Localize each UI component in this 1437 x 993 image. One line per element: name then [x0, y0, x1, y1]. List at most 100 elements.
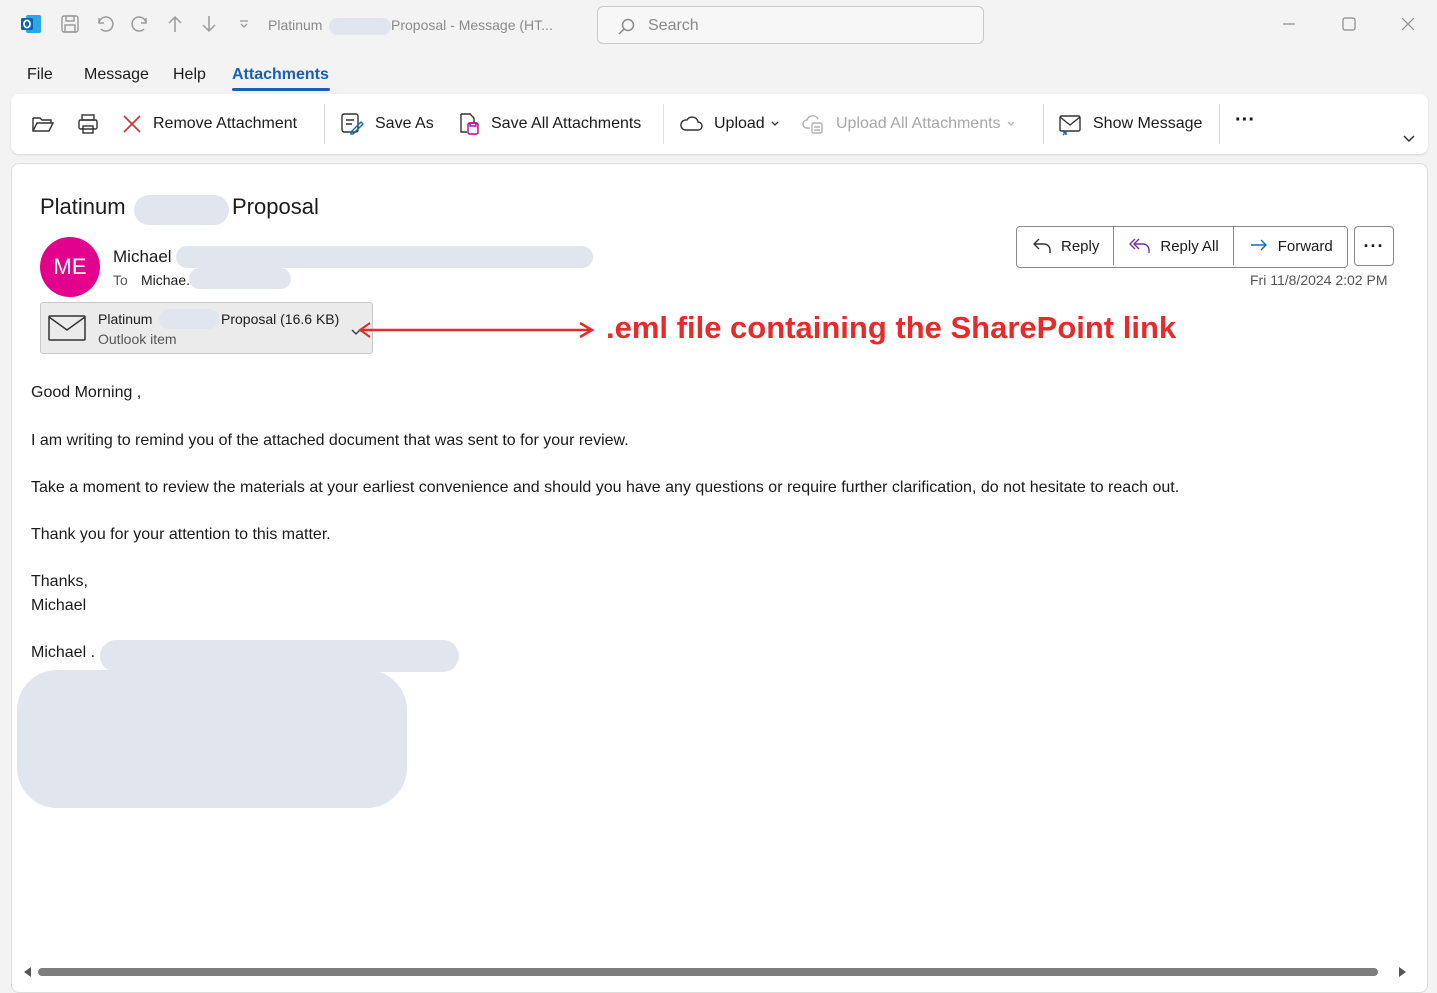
scroll-right-icon[interactable] — [1399, 967, 1406, 977]
subject-prefix: Platinum — [40, 194, 126, 219]
window-title-prefix: Platinum — [268, 17, 323, 33]
sender-name[interactable]: Michael — [113, 247, 172, 267]
customize-toolbar-icon[interactable] — [232, 12, 256, 36]
tab-file[interactable]: File — [27, 66, 53, 84]
maximize-button[interactable] — [1337, 12, 1361, 36]
redacted-block — [329, 18, 391, 35]
chevron-down-icon — [771, 121, 779, 126]
message-date: Fri 11/8/2024 2:02 PM — [1250, 272, 1388, 288]
body-paragraph-3: Thank you for your attention to this mat… — [31, 526, 331, 543]
ribbon-expand-button[interactable] — [1401, 108, 1427, 168]
undo-icon[interactable] — [93, 12, 117, 36]
ribbon-separator — [663, 104, 664, 144]
redacted-block — [159, 309, 219, 329]
save-all-icon — [460, 113, 479, 135]
avatar-initials: ME — [53, 254, 87, 279]
redacted-block — [176, 246, 593, 268]
redacted-block — [134, 195, 229, 225]
remove-x-icon — [123, 115, 141, 133]
save-as-icon — [341, 113, 364, 135]
reply-icon — [1033, 238, 1051, 253]
search-box[interactable]: Search — [597, 6, 984, 44]
signature-name: Michael . — [31, 644, 96, 661]
outlook-logo-icon — [19, 12, 43, 36]
message-more-button[interactable]: ··· — [1354, 226, 1394, 266]
save-as-label: Save As — [375, 115, 434, 132]
message-pane: Platinum Proposal ME Michael To Michae. … — [11, 163, 1428, 993]
forward-button[interactable]: Forward — [1232, 227, 1347, 265]
tab-attachments[interactable]: Attachments — [232, 66, 329, 84]
cloud-icon — [680, 116, 703, 131]
title-bar: Platinum Proposal - Message (HT... Searc… — [0, 0, 1437, 52]
attachment-card[interactable]: Platinum Proposal (16.6 KB) Outlook item — [40, 302, 373, 354]
redo-icon[interactable] — [128, 12, 152, 36]
scroll-left-icon[interactable] — [24, 967, 31, 977]
chevron-down-icon — [1007, 121, 1015, 126]
message-subject: Platinum — [40, 194, 126, 220]
search-placeholder: Search — [648, 17, 699, 34]
reply-all-label: Reply All — [1160, 237, 1219, 255]
reply-button[interactable]: Reply — [1017, 227, 1114, 265]
upload-label: Upload — [714, 115, 765, 132]
annotation-label: .eml file containing the SharePoint link — [606, 310, 1177, 345]
redacted-block — [100, 640, 459, 672]
subject-suffix: Proposal — [232, 194, 319, 219]
remove-attachment-button[interactable]: Remove Attachment — [121, 94, 297, 154]
body-paragraph-2: Take a moment to review the materials at… — [31, 479, 1180, 496]
print-button[interactable] — [76, 94, 110, 154]
upload-all-attachments-button[interactable]: Upload All Attachments — [800, 94, 1016, 154]
open-button[interactable] — [31, 94, 65, 154]
envelope-icon — [48, 315, 86, 341]
save-icon[interactable] — [58, 12, 82, 36]
save-as-button[interactable]: Save As — [339, 94, 434, 154]
printer-icon — [78, 114, 98, 134]
envelope-icon — [1059, 115, 1081, 136]
to-label: To — [113, 272, 128, 288]
search-icon — [618, 18, 635, 35]
ribbon: Remove Attachment Save As Save All Attac… — [11, 94, 1428, 154]
redacted-signature-block — [17, 670, 407, 808]
close-button[interactable] — [1396, 12, 1420, 36]
ribbon-separator — [1219, 104, 1220, 144]
reply-all-icon — [1129, 238, 1151, 253]
folder-open-icon — [32, 117, 55, 132]
ribbon-separator — [1043, 104, 1044, 144]
show-message-button[interactable]: Show Message — [1057, 94, 1202, 154]
tab-message[interactable]: Message — [84, 66, 149, 84]
attachment-name-prefix: Platinum — [98, 311, 153, 327]
more-options-icon: ··· — [1363, 235, 1385, 256]
active-tab-indicator — [232, 88, 330, 91]
avatar[interactable]: ME — [40, 237, 100, 297]
body-paragraph-1: I am writing to remind you of the attach… — [31, 432, 629, 449]
redacted-block — [189, 268, 291, 289]
ribbon-more-button[interactable]: ··· — [1235, 90, 1255, 150]
save-all-attachments-button[interactable]: Save All Attachments — [455, 94, 641, 154]
body-greeting: Good Morning , — [31, 384, 142, 401]
more-options-icon: ··· — [1235, 108, 1255, 131]
cloud-upload-all-icon — [802, 115, 823, 134]
save-all-attachments-label: Save All Attachments — [491, 115, 642, 132]
forward-label: Forward — [1277, 237, 1333, 255]
annotation-arrow-icon — [358, 321, 595, 339]
next-item-icon[interactable] — [197, 12, 221, 36]
ribbon-separator — [324, 104, 325, 144]
upload-button[interactable]: Upload — [678, 94, 780, 154]
body-signoff-name: Michael — [31, 597, 87, 614]
recipient-name[interactable]: Michae. — [141, 272, 190, 288]
previous-item-icon[interactable] — [163, 12, 187, 36]
reply-label: Reply — [1061, 237, 1100, 255]
window-title-suffix: Proposal - Message (HT... — [391, 17, 553, 33]
reply-all-button[interactable]: Reply All — [1113, 227, 1233, 265]
tab-help[interactable]: Help — [173, 66, 206, 84]
horizontal-scrollbar[interactable] — [20, 964, 1410, 980]
attachment-name: Platinum — [98, 311, 152, 327]
upload-all-attachments-label: Upload All Attachments — [836, 115, 1001, 132]
attachment-name-suffix: Proposal (16.6 KB) — [221, 311, 340, 327]
scrollbar-thumb[interactable] — [38, 968, 1378, 976]
chevron-down-icon — [1403, 135, 1415, 143]
body-closing: Thanks, — [31, 573, 88, 590]
attachment-type: Outlook item — [98, 331, 177, 347]
show-message-label: Show Message — [1093, 115, 1203, 132]
minimize-button[interactable] — [1277, 12, 1301, 36]
remove-attachment-label: Remove Attachment — [153, 115, 298, 132]
